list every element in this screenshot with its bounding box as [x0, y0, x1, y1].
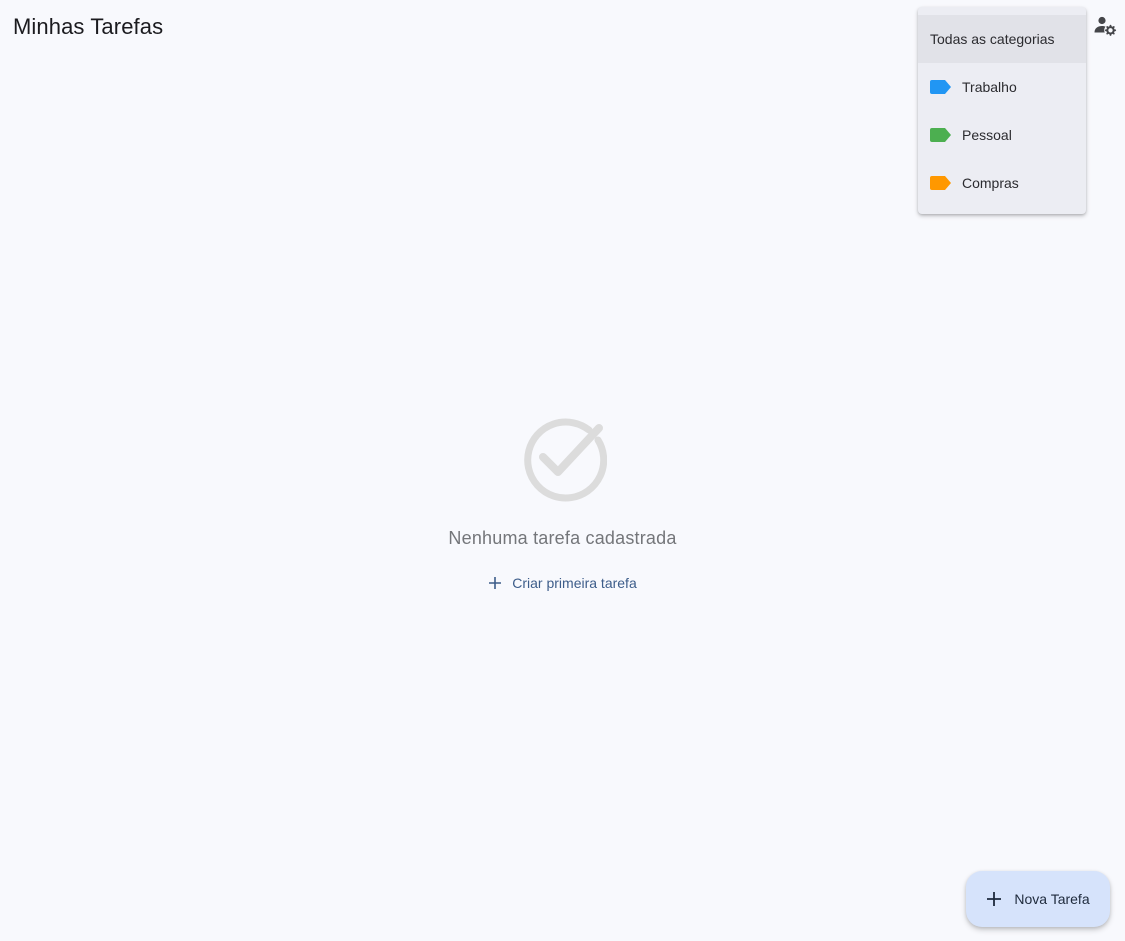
app: Minhas Tarefas Todas as categorias Traba… [0, 0, 1125, 941]
page-title: Minhas Tarefas [13, 14, 164, 39]
plus-icon [488, 576, 502, 590]
label-icon [930, 128, 952, 142]
empty-message: Nenhuma tarefa cadastrada [448, 528, 677, 548]
menu-item-pessoal[interactable]: Pessoal [918, 111, 1086, 159]
plus-icon [986, 891, 1002, 907]
new-task-label: Nova Tarefa [1014, 891, 1090, 907]
menu-item-all-categories[interactable]: Todas as categorias [918, 15, 1086, 63]
manage-accounts-icon [1093, 13, 1117, 42]
menu-item-label: Pessoal [962, 127, 1012, 143]
menu-item-label: Compras [962, 175, 1019, 191]
check-circle-icon [523, 418, 607, 502]
account-settings-button[interactable] [1091, 13, 1119, 41]
menu-item-compras[interactable]: Compras [918, 159, 1086, 207]
menu-item-label: Trabalho [962, 79, 1017, 95]
new-task-button[interactable]: Nova Tarefa [966, 871, 1110, 927]
label-icon [930, 80, 952, 94]
label-icon [930, 176, 952, 190]
category-menu: Todas as categorias Trabalho Pessoal Com… [918, 7, 1086, 214]
create-first-task-button[interactable]: Criar primeira tarefa [478, 569, 646, 597]
menu-item-trabalho[interactable]: Trabalho [918, 63, 1086, 111]
create-first-task-label: Criar primeira tarefa [512, 575, 637, 591]
empty-state: Nenhuma tarefa cadastrada Criar primeira… [0, 414, 1125, 597]
menu-item-label: Todas as categorias [930, 31, 1055, 47]
